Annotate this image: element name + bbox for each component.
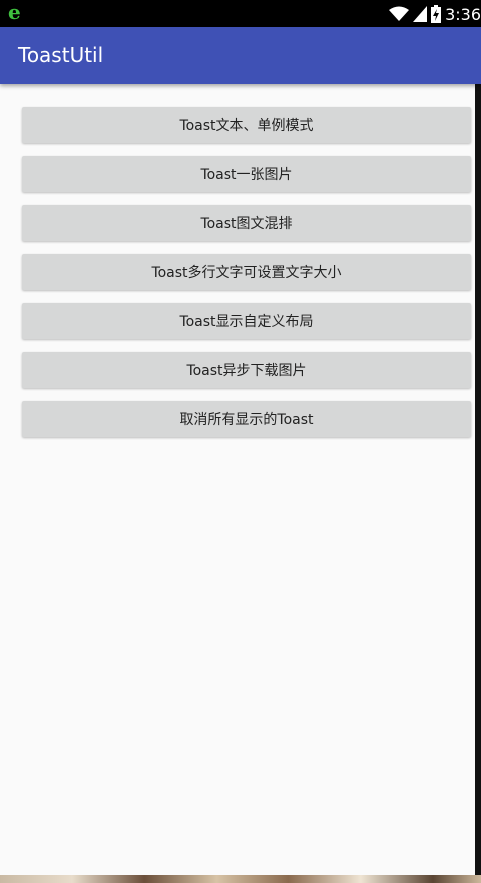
browser-e-icon: e bbox=[8, 0, 21, 24]
background-image-strip bbox=[0, 875, 481, 883]
status-bar: e 3:36 bbox=[0, 0, 481, 27]
wifi-icon bbox=[389, 6, 410, 22]
toast-multiline-button[interactable]: Toast多行文字可设置文字大小 bbox=[22, 254, 471, 290]
toast-image-text-button[interactable]: Toast图文混排 bbox=[22, 205, 471, 241]
cancel-all-toast-button[interactable]: 取消所有显示的Toast bbox=[22, 401, 471, 437]
status-icons: 3:36 bbox=[389, 3, 481, 25]
toast-image-button[interactable]: Toast一张图片 bbox=[22, 156, 471, 192]
toast-text-singleton-button[interactable]: Toast文本、单例模式 bbox=[22, 107, 471, 143]
main-content: Toast文本、单例模式 Toast一张图片 Toast图文混排 Toast多行… bbox=[0, 84, 475, 875]
status-time: 3:36 bbox=[445, 4, 481, 24]
phone-screen: e 3:36 ToastUtil Toast文本、单例模式 Toast一张图片 … bbox=[0, 0, 481, 883]
app-bar: ToastUtil bbox=[0, 27, 481, 84]
signal-icon bbox=[413, 6, 428, 22]
toast-custom-layout-button[interactable]: Toast显示自定义布局 bbox=[22, 303, 471, 339]
toast-async-image-button[interactable]: Toast异步下载图片 bbox=[22, 352, 471, 388]
app-title: ToastUtil bbox=[18, 43, 104, 67]
right-edge bbox=[475, 84, 481, 875]
battery-icon bbox=[431, 5, 442, 23]
